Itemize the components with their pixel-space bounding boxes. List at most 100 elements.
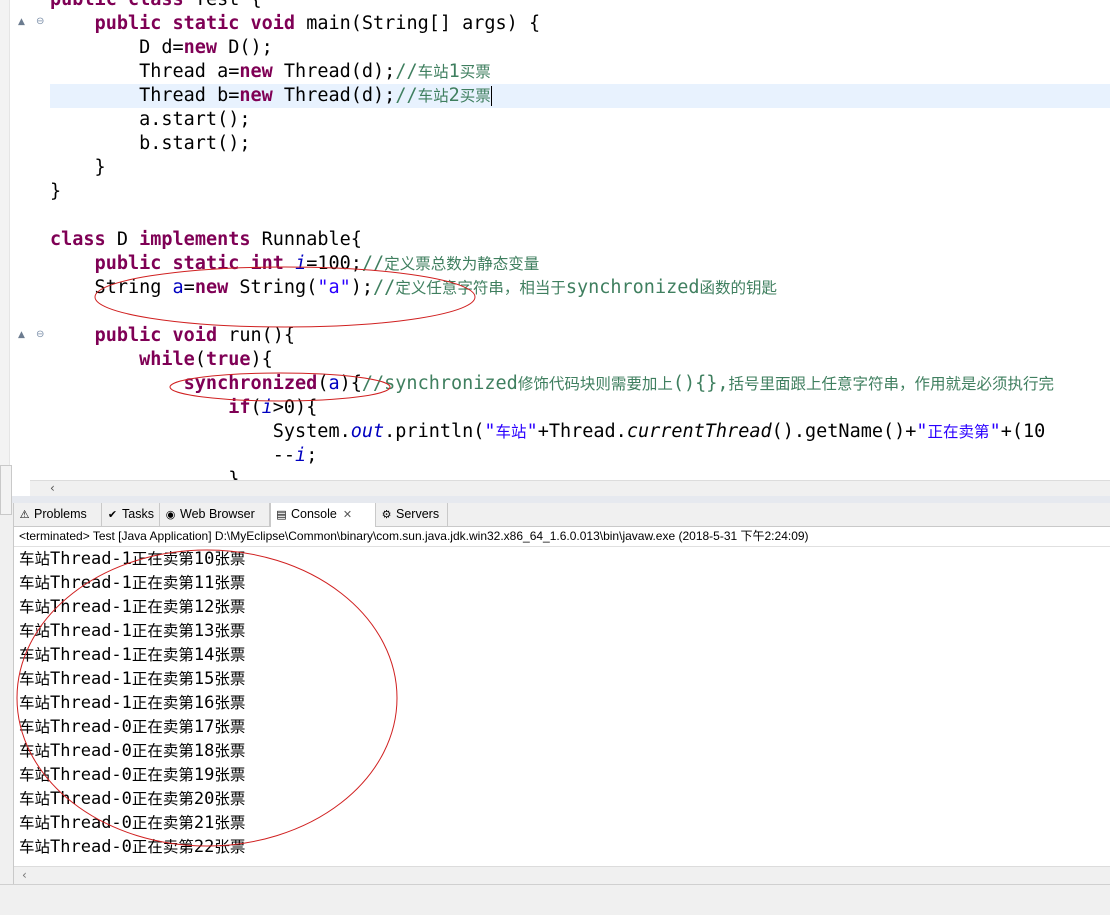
code-line[interactable]: while(true){ <box>50 348 1110 372</box>
scroll-left-icon[interactable]: ‹ <box>22 868 27 882</box>
console-text: Thread-0 <box>50 789 132 809</box>
console-text: Thread-0 <box>50 765 132 785</box>
code-token: //synchronized <box>361 373 518 394</box>
code-line[interactable]: b.start(); <box>50 132 1110 156</box>
console-text: 12 <box>193 597 215 617</box>
editor-horizontal-scrollbar[interactable]: ‹ <box>30 480 1110 496</box>
code-line[interactable]: public static int i=100;//定义票总数为静态变量 <box>50 252 1110 276</box>
code-token: class <box>128 0 184 10</box>
code-line[interactable]: } <box>50 468 1110 480</box>
code-line[interactable]: class D implements Runnable{ <box>50 228 1110 252</box>
code-token: public <box>50 0 117 10</box>
fold-collapse-icon[interactable]: ⊖ <box>36 17 46 27</box>
console-text: 正在卖第 <box>131 742 194 760</box>
code-token: +Thread. <box>537 421 627 442</box>
code-token: a <box>328 373 340 394</box>
code-line[interactable]: D d=new D(); <box>50 36 1110 60</box>
console-text: 14 <box>193 645 215 665</box>
console-text: 20 <box>193 789 215 809</box>
console-text: Thread-0 <box>50 813 132 833</box>
code-token: D <box>105 229 140 250</box>
code-line[interactable]: public class Test { <box>50 0 1110 12</box>
code-token: System. <box>50 421 351 442</box>
console-text: Thread-0 <box>50 741 132 761</box>
tab-label: Console <box>291 507 337 521</box>
code-editor[interactable]: ⊖ ▲ ⊖ ▲ public class Test { public stati… <box>0 0 1110 480</box>
code-token: } <box>50 469 240 480</box>
code-token: void <box>250 13 296 34</box>
scroll-left-icon[interactable]: ‹ <box>50 481 55 495</box>
code-token: main(String[] args) { <box>295 13 541 34</box>
console-text: 16 <box>193 693 215 713</box>
code-token: 函数的钥匙 <box>699 279 778 297</box>
code-line[interactable]: } <box>50 180 1110 204</box>
tab-servers[interactable]: ⚙ Servers <box>376 503 448 527</box>
code-token: Thread a= <box>50 61 240 82</box>
console-text: 21 <box>193 813 215 833</box>
code-token: while <box>139 349 195 370</box>
console-text: 车站 <box>19 814 51 832</box>
console-output[interactable]: 车站Thread-1正在卖第10张票 车站Thread-1正在卖第11张票 车站Th… <box>14 547 1110 867</box>
code-line[interactable]: } <box>50 156 1110 180</box>
close-icon[interactable]: ✕ <box>343 509 352 521</box>
folding-ruler <box>30 0 44 480</box>
code-line[interactable]: Thread b=new Thread(d);//车站2买票 <box>50 84 1110 108</box>
code-token: // <box>373 277 396 298</box>
tab-web-browser[interactable]: ◉ Web Browser <box>160 503 270 527</box>
tab-label: Tasks <box>122 507 154 521</box>
code-token: void <box>172 325 218 346</box>
editor-gutter <box>0 0 30 480</box>
tab-console[interactable]: ▤ Console ✕ <box>270 503 376 528</box>
console-text: Thread-1 <box>50 669 132 689</box>
console-line: 车站Thread-1正在卖第10张票 <box>14 547 1110 571</box>
tab-label: Web Browser <box>180 507 255 521</box>
pane-splitter[interactable] <box>0 496 1110 503</box>
code-token: out <box>350 421 385 442</box>
code-token: (){}, <box>672 373 729 394</box>
code-line[interactable]: a.start(); <box>50 108 1110 132</box>
console-text: Thread-1 <box>50 597 132 617</box>
tab-label: Servers <box>396 507 440 521</box>
code-line[interactable] <box>50 300 1110 324</box>
console-text: 正在卖第 <box>131 814 194 832</box>
code-token: 括号里面跟上任意字符串，作用就是必须执行完 <box>728 375 1055 393</box>
text-caret <box>490 86 492 106</box>
code-line[interactable]: String a=new String("a");//定义任意字符串，相当于sy… <box>50 276 1110 300</box>
console-text: 车站 <box>19 742 51 760</box>
console-text: 张票 <box>214 646 246 664</box>
code-text[interactable]: public class Test { public static void m… <box>50 0 1110 480</box>
code-token: 正在卖第 <box>927 423 990 441</box>
code-line[interactable]: Thread a=new Thread(d);//车站1买票 <box>50 60 1110 84</box>
status-bar <box>0 884 1110 915</box>
tab-tasks[interactable]: ✔ Tasks <box>102 503 160 527</box>
console-line: 车站Thread-0正在卖第20张票 <box>14 787 1110 811</box>
code-line[interactable]: public static void main(String[] args) { <box>50 12 1110 36</box>
code-line[interactable]: synchronized(a){//synchronized修饰代码块则需要加上… <box>50 372 1110 396</box>
minimized-view-stub[interactable] <box>0 465 12 515</box>
code-line[interactable]: System.out.println("车站"+Thread.currentTh… <box>50 420 1110 444</box>
view-tab-bar: ⚠ Problems ✔ Tasks ◉ Web Browser ▤ Console ✕ ⚙ Ser… <box>14 503 1110 528</box>
code-token: ){ <box>250 349 273 370</box>
console-text: 车站 <box>19 694 51 712</box>
code-line[interactable]: if(i>0){ <box>50 396 1110 420</box>
code-token: new <box>194 277 229 298</box>
fold-collapse-icon[interactable]: ⊖ <box>36 330 46 340</box>
left-panel-edge <box>0 503 14 884</box>
tab-problems[interactable]: ⚠ Problems <box>14 503 102 527</box>
code-token: i <box>261 397 273 418</box>
code-line[interactable]: public void run(){ <box>50 324 1110 348</box>
globe-icon: ◉ <box>165 508 176 521</box>
console-text: 11 <box>193 573 215 593</box>
code-line[interactable]: --i; <box>50 444 1110 468</box>
code-token: Runnable{ <box>250 229 362 250</box>
code-token: currentThread <box>626 421 772 442</box>
console-horizontal-scrollbar[interactable]: ‹ <box>14 866 1110 884</box>
console-text: 正在卖第 <box>131 838 194 856</box>
code-line[interactable] <box>50 204 1110 228</box>
code-token: public <box>94 253 162 274</box>
console-text: 正在卖第 <box>131 550 194 568</box>
